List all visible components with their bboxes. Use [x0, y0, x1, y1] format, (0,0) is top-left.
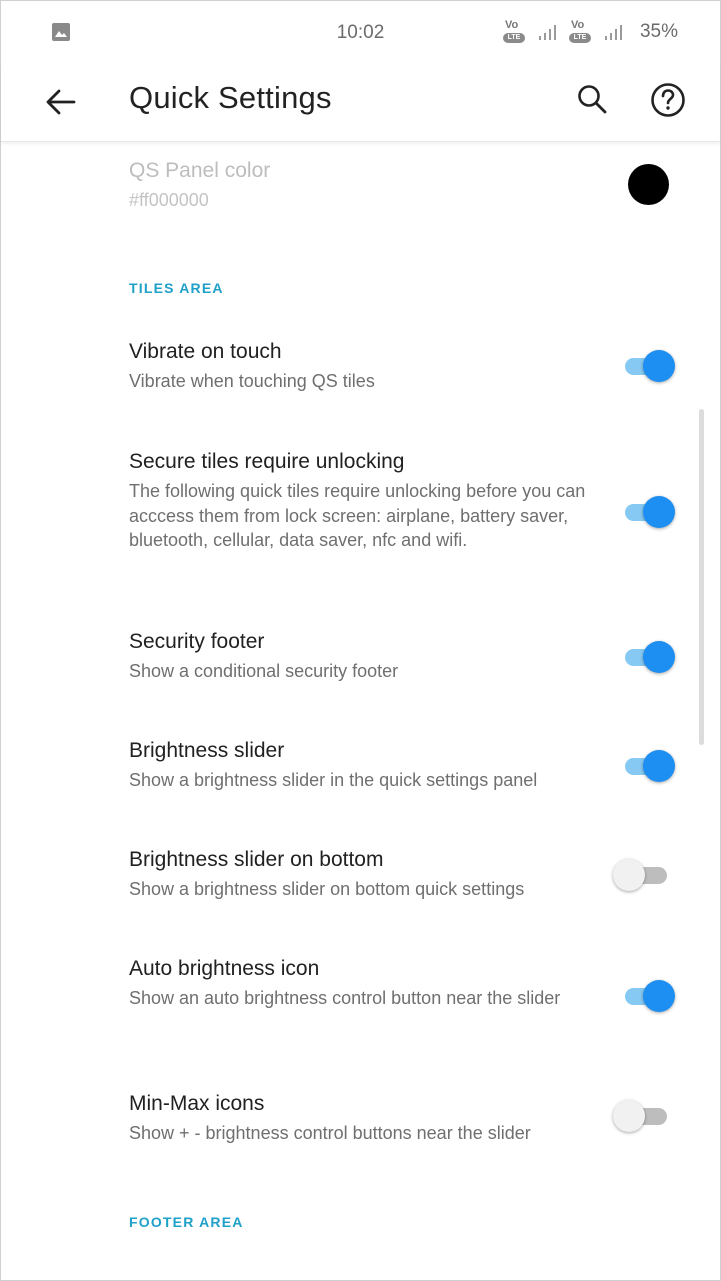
- qs-panel-color-row[interactable]: QS Panel color #ff000000: [1, 142, 720, 222]
- toggle-switch[interactable]: [613, 1098, 679, 1134]
- setting-auto-brightness-icon[interactable]: Auto brightness icon Show an auto bright…: [1, 939, 720, 1054]
- color-swatch[interactable]: [628, 164, 669, 205]
- setting-summary: The following quick tiles require unlock…: [129, 481, 586, 550]
- settings-list: QS Panel color #ff000000 TILES AREA Vibr…: [1, 142, 720, 1281]
- toggle-switch[interactable]: [617, 639, 679, 675]
- setting-title: Security footer: [129, 630, 265, 653]
- setting-summary: Show + - brightness control buttons near…: [129, 1123, 531, 1143]
- setting-summary: Show an auto brightness control button n…: [129, 988, 561, 1008]
- setting-brightness-slider-on-bottom[interactable]: Brightness slider on bottom Show a brigh…: [1, 830, 720, 920]
- app-bar: Quick Settings: [1, 65, 720, 142]
- qs-panel-color-value: #ff000000: [129, 190, 209, 210]
- page-title: Quick Settings: [129, 80, 332, 115]
- setting-vibrate-on-touch[interactable]: Vibrate on touch Vibrate when touching Q…: [1, 322, 720, 412]
- setting-title: Secure tiles require unlocking: [129, 450, 405, 473]
- toggle-switch[interactable]: [613, 857, 679, 893]
- signal-icon: [538, 25, 556, 40]
- setting-summary: Show a brightness slider in the quick se…: [129, 770, 538, 790]
- volte-icon: Vo LTE: [502, 19, 528, 45]
- volte-icon: Vo LTE: [568, 19, 594, 45]
- setting-title: Auto brightness icon: [129, 957, 320, 980]
- toggle-switch[interactable]: [617, 978, 679, 1014]
- setting-security-footer[interactable]: Security footer Show a conditional secur…: [1, 612, 720, 702]
- setting-brightness-slider[interactable]: Brightness slider Show a brightness slid…: [1, 721, 720, 811]
- back-arrow-icon[interactable]: [41, 82, 81, 122]
- toggle-switch[interactable]: [617, 748, 679, 784]
- setting-secure-tiles-require-unlocking[interactable]: Secure tiles require unlocking The follo…: [1, 432, 720, 592]
- setting-summary: Show a brightness slider on bottom quick…: [129, 879, 525, 899]
- scrollbar[interactable]: [699, 409, 704, 745]
- setting-summary: Vibrate when touching QS tiles: [129, 371, 375, 391]
- help-icon[interactable]: [647, 79, 689, 121]
- setting-min-max-icons[interactable]: Min-Max icons Show + - brightness contro…: [1, 1072, 720, 1162]
- search-icon[interactable]: [573, 81, 611, 119]
- battery-percent: 35%: [639, 21, 678, 42]
- setting-title: Brightness slider on bottom: [129, 848, 384, 871]
- section-header-footer-area: FOOTER AREA: [129, 1214, 244, 1230]
- status-bar: 10:02 Vo LTE Vo LTE 35%: [1, 1, 720, 65]
- qs-panel-color-title: QS Panel color: [129, 159, 271, 182]
- signal-icon: [604, 25, 622, 40]
- toggle-switch[interactable]: [617, 494, 679, 530]
- toggle-switch[interactable]: [617, 348, 679, 384]
- setting-summary: Show a conditional security footer: [129, 661, 399, 681]
- setting-title: Brightness slider: [129, 739, 285, 762]
- setting-title: Vibrate on touch: [129, 340, 282, 363]
- section-header-tiles-area: TILES AREA: [129, 280, 224, 296]
- setting-title: Min-Max icons: [129, 1092, 265, 1115]
